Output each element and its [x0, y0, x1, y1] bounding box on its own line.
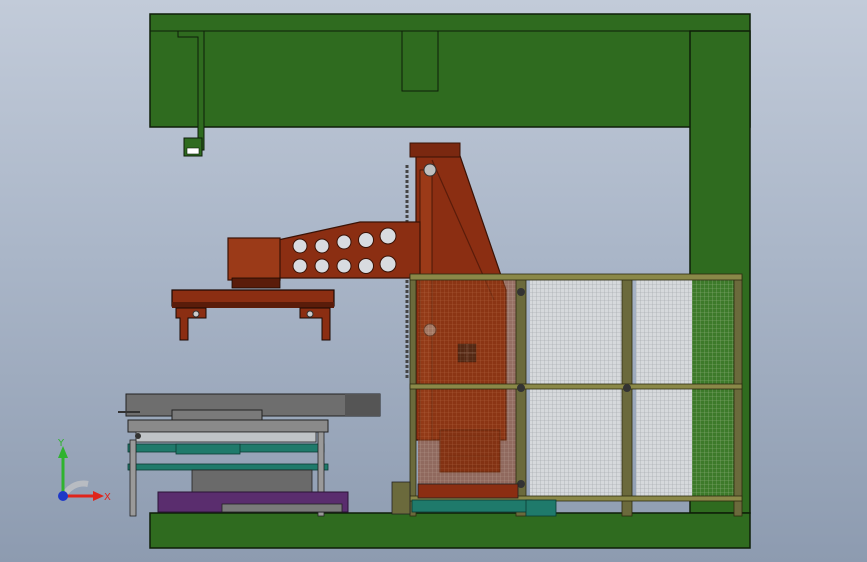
gantry-top-bracket [401, 30, 439, 92]
x-axis-label: X [104, 492, 111, 503]
cad-viewport[interactable] [0, 0, 867, 562]
gripper-finger-right [299, 307, 331, 341]
gripper[interactable] [171, 289, 335, 341]
y-axis-label: Y [57, 438, 65, 449]
coordinate-triad-icon: Y X [57, 438, 111, 503]
gripper-finger-left [175, 307, 207, 341]
gantry-base-plate[interactable] [149, 512, 751, 549]
robot-arm[interactable] [227, 221, 421, 289]
conveyor-station[interactable] [118, 393, 381, 517]
safety-fence[interactable] [409, 273, 743, 517]
